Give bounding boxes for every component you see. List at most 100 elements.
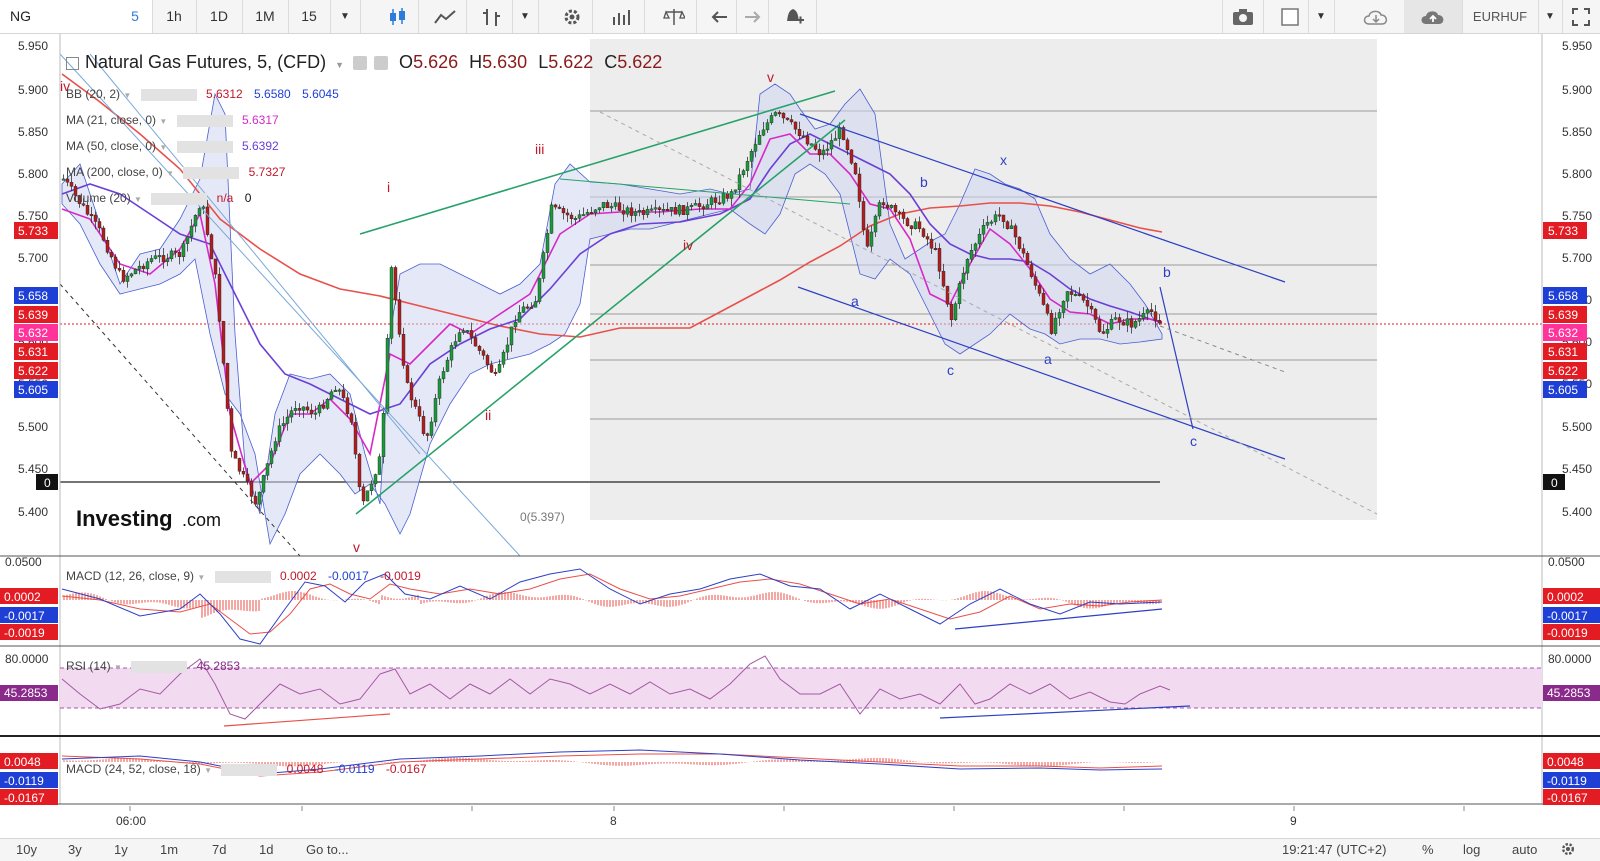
bars-button[interactable] <box>472 0 513 33</box>
gear-icon[interactable] <box>374 56 389 71</box>
interval-1d-button[interactable]: 1D <box>196 0 243 33</box>
redo-button[interactable] <box>736 0 769 33</box>
wave-label: a <box>851 293 859 309</box>
candle-body <box>1033 276 1038 286</box>
candle-body <box>809 143 814 146</box>
area-chart-button[interactable] <box>424 0 467 33</box>
candle-body <box>917 221 922 229</box>
legend-ma50-value: 5.6392 <box>242 139 279 153</box>
candle-body <box>653 207 658 210</box>
candle-body <box>93 214 98 222</box>
scales-icon <box>663 9 687 26</box>
alert-button[interactable] <box>772 0 817 33</box>
candle-body <box>337 389 342 392</box>
indicator-badge-text: -0.0167 <box>4 791 45 805</box>
macd-divergence-line <box>954 608 1163 630</box>
candle-body <box>837 127 842 139</box>
candle-body <box>849 149 854 164</box>
range-10y-button[interactable]: 10y <box>16 842 37 857</box>
candle-body <box>97 221 102 229</box>
drawing-template-button[interactable] <box>1272 0 1309 33</box>
interval-1m-button[interactable]: 1M <box>242 0 289 33</box>
interval-1h-button[interactable]: 1h <box>152 0 197 33</box>
candle-body <box>941 271 946 287</box>
legend-macd[interactable]: MACD (12, 26, close, 9) ▼ 0.0002 -0.0017… <box>66 569 421 583</box>
legend-ma21-value: 5.6317 <box>242 113 279 127</box>
candles-button[interactable] <box>378 0 419 33</box>
wave-label: b <box>920 174 928 190</box>
candle-body <box>165 258 170 262</box>
top-toolbar: NG 5 1h 1D 1M 15 ▼ ▼ ▼ EURHUF ▼ <box>0 0 1600 34</box>
currency-select[interactable]: EURHUF <box>1462 0 1539 33</box>
legend-ma50[interactable]: MA (50, close, 0) ▼ 5.6392 <box>66 134 339 160</box>
cloud-upload-button[interactable] <box>1404 0 1463 33</box>
interval-5-button[interactable]: 5 <box>118 0 153 33</box>
candle-body <box>1001 214 1006 222</box>
ohlc-c-label: C <box>604 52 618 72</box>
range-7d-button[interactable]: 7d <box>212 842 226 857</box>
symbol-input[interactable]: NG <box>0 0 119 33</box>
time-axis[interactable]: 06:00 8 9 <box>116 806 1465 828</box>
candle-body <box>1133 320 1138 328</box>
goto-button[interactable]: Go to... <box>306 842 349 857</box>
candle-body <box>373 474 378 485</box>
legend-rsi[interactable]: RSI (14) ▼ 45.2853 <box>66 659 240 673</box>
eye-icon[interactable] <box>353 56 368 71</box>
snapshot-button[interactable] <box>1222 0 1264 33</box>
candle-body <box>481 350 486 356</box>
rsi-panel[interactable] <box>60 655 1542 727</box>
candle-body <box>745 161 750 171</box>
chart-settings-button[interactable] <box>1560 841 1576 860</box>
legend-macd2[interactable]: MACD (24, 52, close, 18) ▼ 0.0048 -0.011… <box>66 762 427 776</box>
candle-body <box>1113 317 1118 320</box>
undo-button[interactable] <box>704 0 737 33</box>
cloud-download-button[interactable] <box>1348 0 1405 33</box>
currency-dropdown[interactable]: ▼ <box>1538 0 1563 33</box>
candle-body <box>1129 318 1134 328</box>
log-toggle[interactable]: log <box>1463 842 1480 857</box>
candle-body <box>1073 294 1078 296</box>
range-1y-button[interactable]: 1y <box>114 842 128 857</box>
candle-body <box>401 334 406 366</box>
collapse-icon[interactable] <box>66 56 79 70</box>
legend-ma21[interactable]: MA (21, close, 0) ▼ 5.6317 <box>66 108 339 134</box>
price-axis-left[interactable]: 5.9505.9005.8505.8005.7505.7005.6505.600… <box>18 39 48 519</box>
candle-body <box>349 413 354 423</box>
settings-button[interactable] <box>552 0 593 33</box>
range-1m-button[interactable]: 1m <box>160 842 178 857</box>
template-dropdown[interactable]: ▼ <box>1308 0 1335 33</box>
candle-body <box>1061 300 1066 313</box>
candle-body <box>973 243 978 251</box>
legend-controls-icon <box>176 114 233 127</box>
candle-body <box>609 206 614 209</box>
ohlc-c-value: 5.622 <box>617 52 663 72</box>
indicators-button[interactable] <box>600 0 645 33</box>
auto-toggle[interactable]: auto <box>1512 842 1537 857</box>
zero-badge-right-text: 0 <box>1551 476 1558 490</box>
chevron-down-icon[interactable]: ▼ <box>335 60 344 70</box>
candle-body <box>901 211 906 219</box>
fullscreen-button[interactable] <box>1562 0 1600 33</box>
legend-volume[interactable]: Volume (20) ▼ n/a 0 <box>66 186 339 212</box>
price-tick-label: 5.700 <box>18 251 48 265</box>
indicator-badge-text: -0.0167 <box>1547 791 1588 805</box>
legend-ma200[interactable]: MA (200, close, 0) ▼ 5.7327 <box>66 160 339 186</box>
minutes-select[interactable]: 15 <box>288 0 331 33</box>
chart-type-dropdown[interactable]: ▼ <box>512 0 539 33</box>
price-axis-right[interactable]: 5.9505.9005.8505.8005.7505.7005.6505.600… <box>1562 39 1592 519</box>
candle-body <box>865 229 870 247</box>
candle-body <box>945 285 950 305</box>
range-3y-button[interactable]: 3y <box>68 842 82 857</box>
instrument-title: Natural Gas Futures, 5, (CFD) <box>85 52 327 72</box>
percent-toggle[interactable]: % <box>1422 842 1434 857</box>
candle-body <box>741 170 746 176</box>
range-1d-button[interactable]: 1d <box>259 842 273 857</box>
compare-button[interactable] <box>652 0 697 33</box>
candle-body <box>317 404 322 414</box>
chevron-down-icon: ▼ <box>123 91 132 100</box>
candle-body <box>889 205 894 208</box>
legend-bb[interactable]: BB (20, 2) ▼ 5.6312 5.6580 5.6045 <box>66 82 339 108</box>
minutes-dropdown[interactable]: ▼ <box>330 0 361 33</box>
legend-macd2-v3: -0.0167 <box>385 762 427 776</box>
candle-body <box>353 422 358 455</box>
